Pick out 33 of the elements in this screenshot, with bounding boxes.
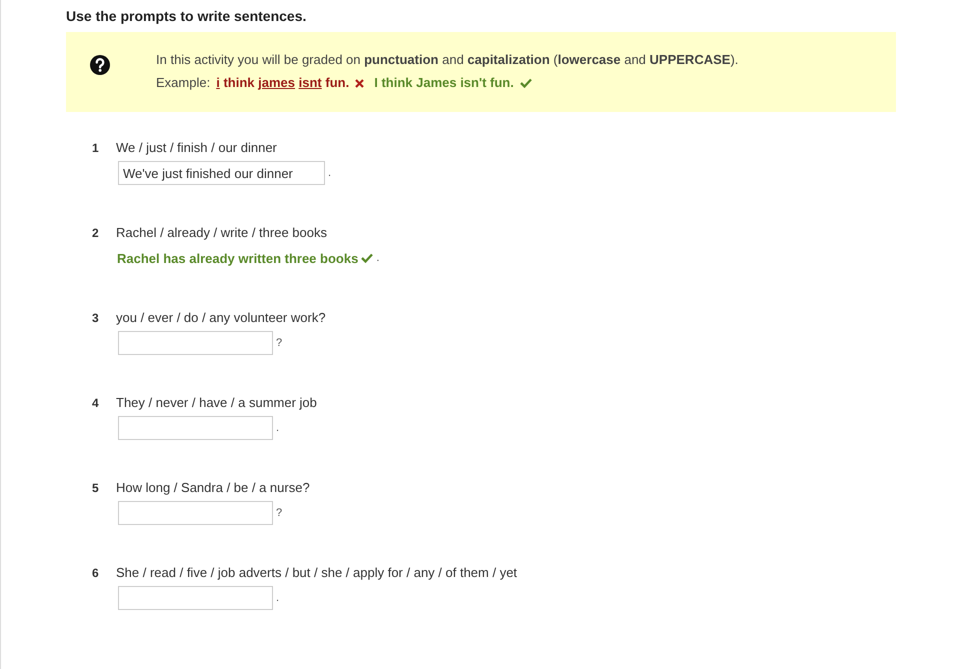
answer-field[interactable] <box>118 331 273 355</box>
answer-field[interactable] <box>118 586 273 610</box>
prompt-text: We / just / finish / our dinner <box>116 140 278 157</box>
question-number: 1 <box>91 140 100 157</box>
prompt-text: She / read / five / job adverts / but / she / apply for / any / of them / yet <box>116 565 518 582</box>
punctuation-mark: ? <box>276 507 282 519</box>
punctuation-mark: . <box>376 252 380 264</box>
example-label: Example: <box>156 76 210 90</box>
grading-note: In this activity you will be graded on punctuation and capitalization (lowercase and UPPERCASE). <box>156 53 738 69</box>
correct-example: I think James isn't fun. <box>374 76 514 90</box>
cross-icon <box>355 78 364 88</box>
answer-field[interactable]: We've just finished our dinner <box>118 161 325 185</box>
question-number: 2 <box>91 225 100 242</box>
prompt-text: you / ever / do / any volunteer work? <box>116 310 326 327</box>
check-icon <box>361 253 374 263</box>
question-number: 4 <box>91 395 100 412</box>
punctuation-mark: . <box>276 422 280 434</box>
prompt-text: Rachel / already / write / three books <box>116 225 328 242</box>
wrong-example: i think james isnt fun. <box>216 76 350 90</box>
answer-field[interactable] <box>118 501 273 525</box>
answer-field[interactable] <box>118 416 273 440</box>
answer-text: Rachel has already written three books <box>116 250 358 266</box>
question-number: 5 <box>91 480 100 497</box>
question-number: 3 <box>91 310 100 327</box>
prompt-text: How long / Sandra / be / a nurse? <box>116 480 310 497</box>
instruction-title: Use the prompts to write sentences. <box>66 8 308 26</box>
punctuation-mark: . <box>328 167 332 179</box>
question-number: 6 <box>91 565 100 582</box>
help-icon <box>90 55 110 75</box>
check-icon <box>520 78 532 88</box>
punctuation-mark: ? <box>276 337 282 349</box>
prompt-text: They / never / have / a summer job <box>116 395 317 412</box>
punctuation-mark: . <box>276 592 280 604</box>
